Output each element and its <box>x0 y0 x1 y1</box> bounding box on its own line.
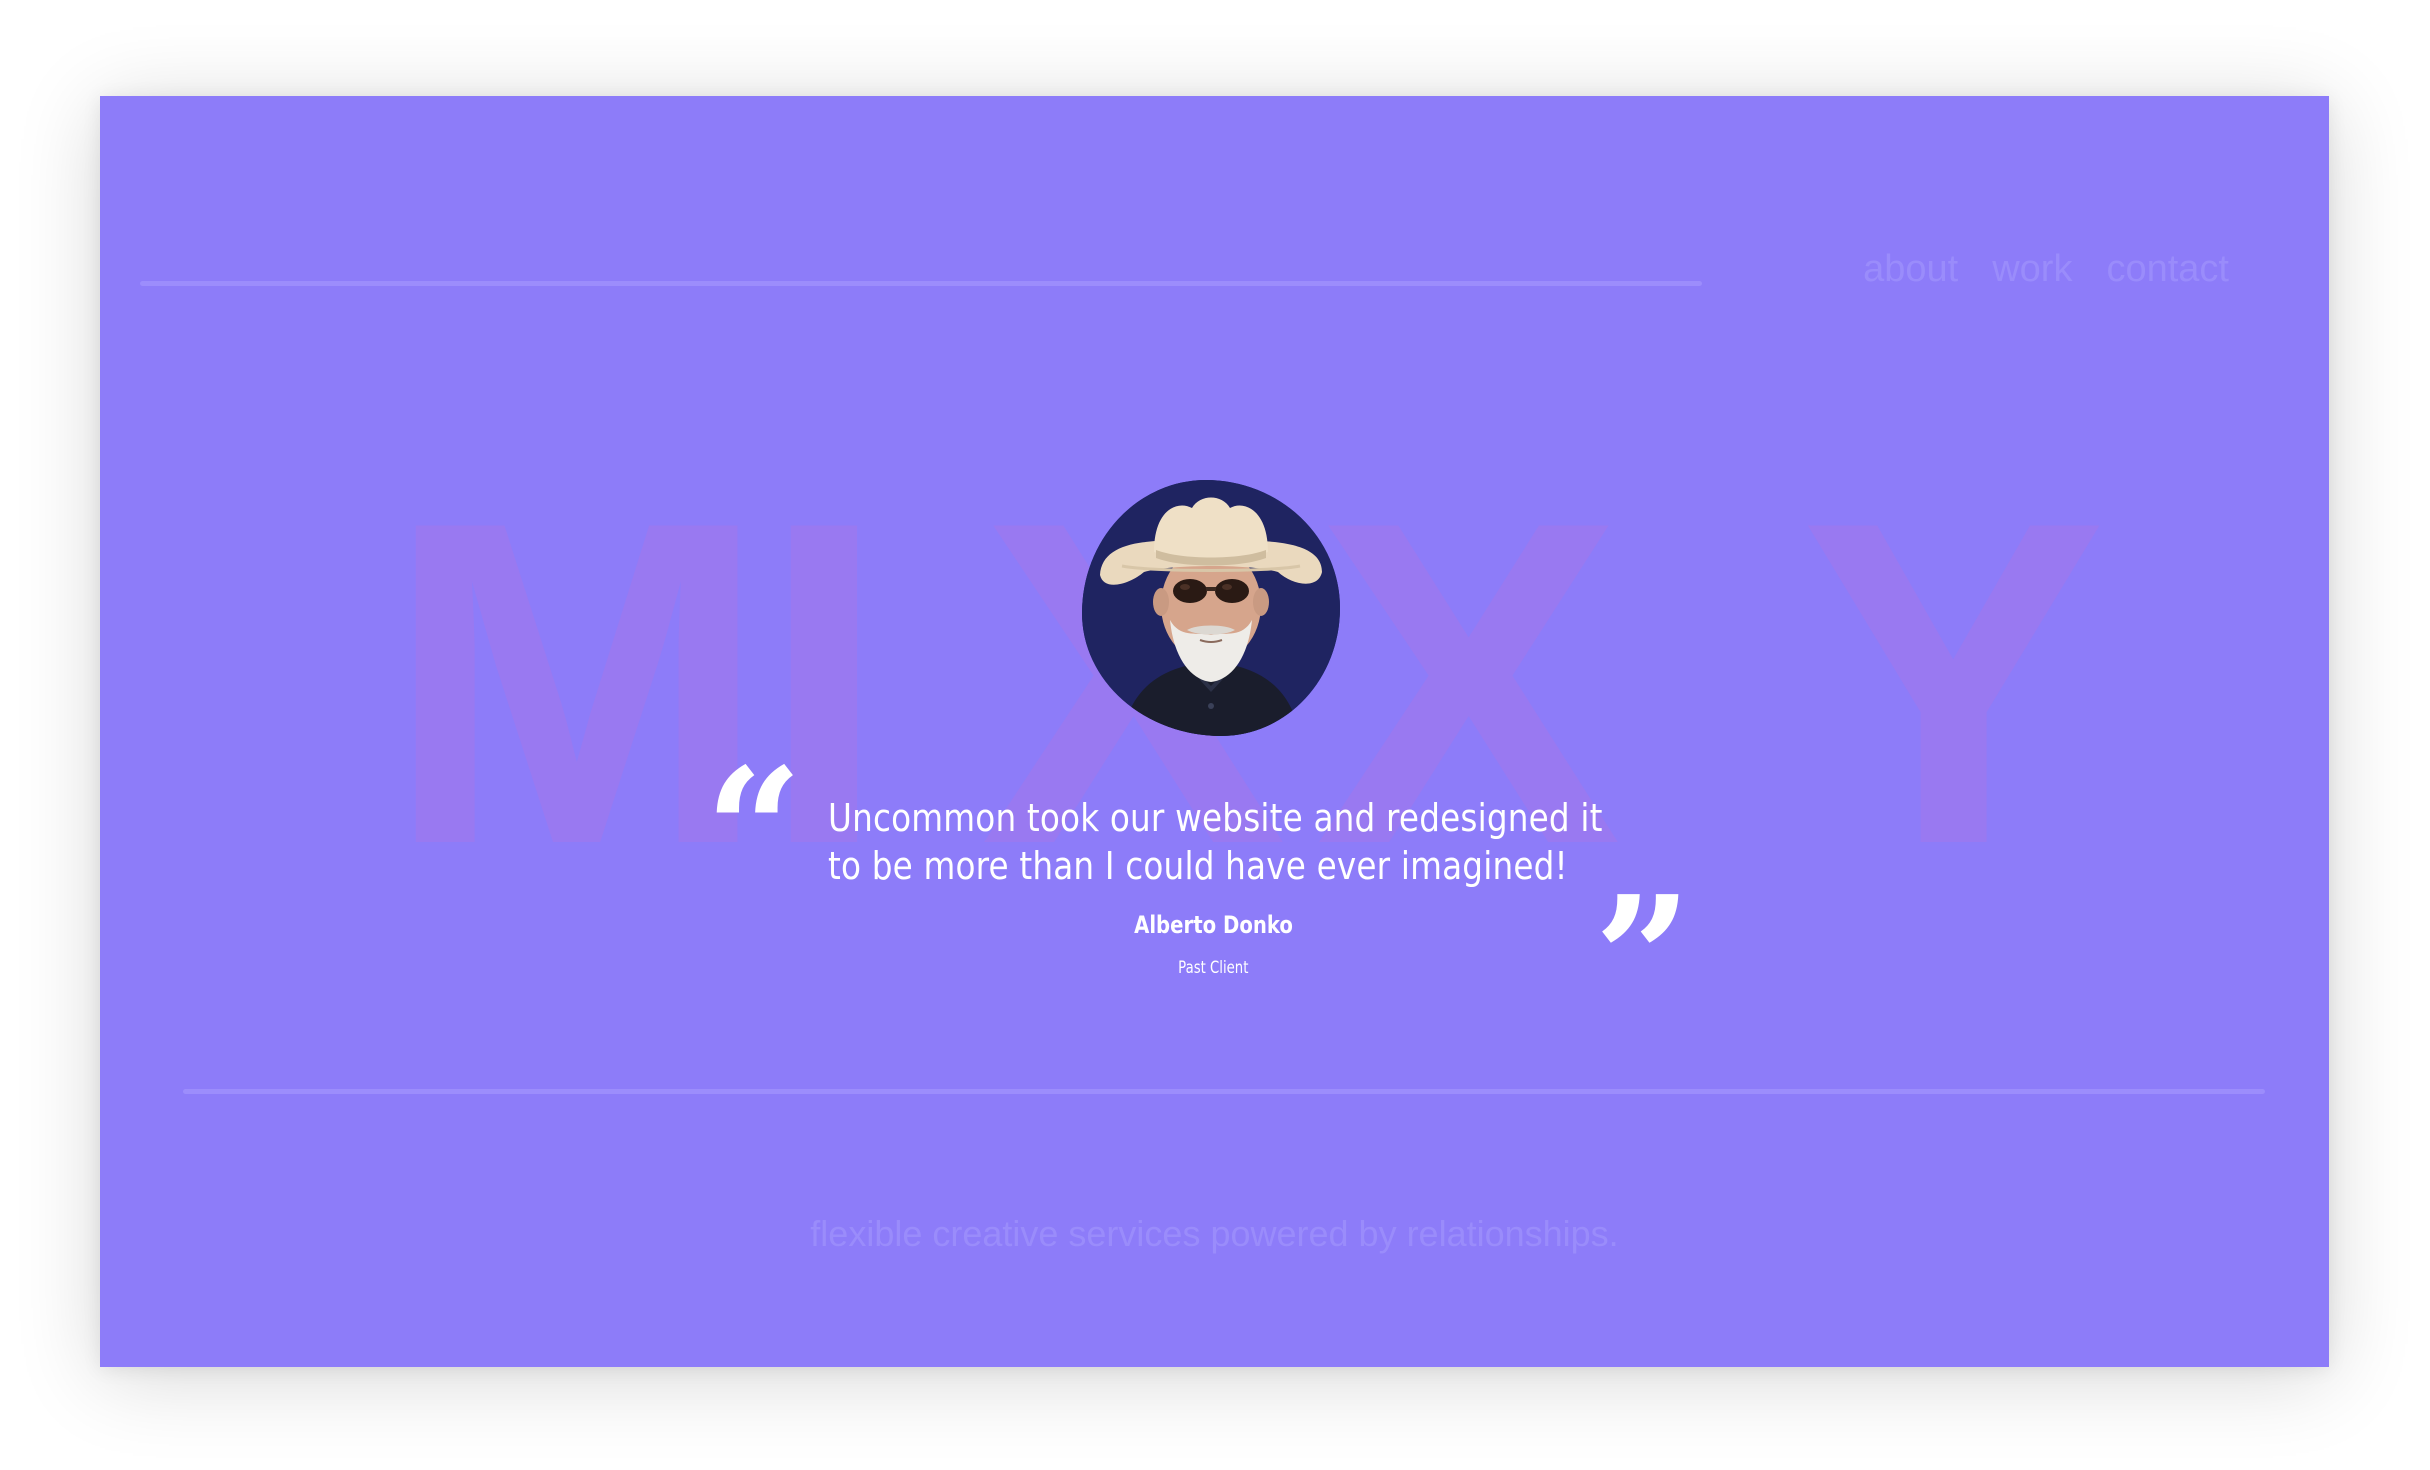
client-portrait-image <box>1082 480 1340 736</box>
background-letter: Y <box>1800 427 2107 940</box>
testimonial-author-name: Alberto Donko <box>1134 911 1293 939</box>
nav-link-work[interactable]: work <box>1992 248 2072 291</box>
footer-divider-line <box>183 1089 2265 1094</box>
open-quote-icon: “ <box>705 746 803 856</box>
client-avatar <box>1082 480 1340 736</box>
page: about work contact M I X X Y <box>0 0 2430 1470</box>
website-preview-card: about work contact M I X X Y <box>100 96 2329 1367</box>
nav-link-about[interactable]: about <box>1863 248 1958 291</box>
main-nav: about work contact <box>1863 248 2229 291</box>
testimonial-author-role: Past Client <box>1178 958 1249 978</box>
header-divider-line <box>140 281 1702 286</box>
testimonial-quote-line: to be more than I could have ever imagin… <box>828 844 1568 888</box>
testimonial-quote-line: Uncommon took our website and redesigned… <box>828 796 1603 840</box>
footer-tagline: flexible creative services powered by re… <box>810 1213 1619 1254</box>
testimonial-quote: Uncommon took our website and redesigned… <box>828 794 1603 890</box>
nav-link-contact[interactable]: contact <box>2106 248 2229 291</box>
